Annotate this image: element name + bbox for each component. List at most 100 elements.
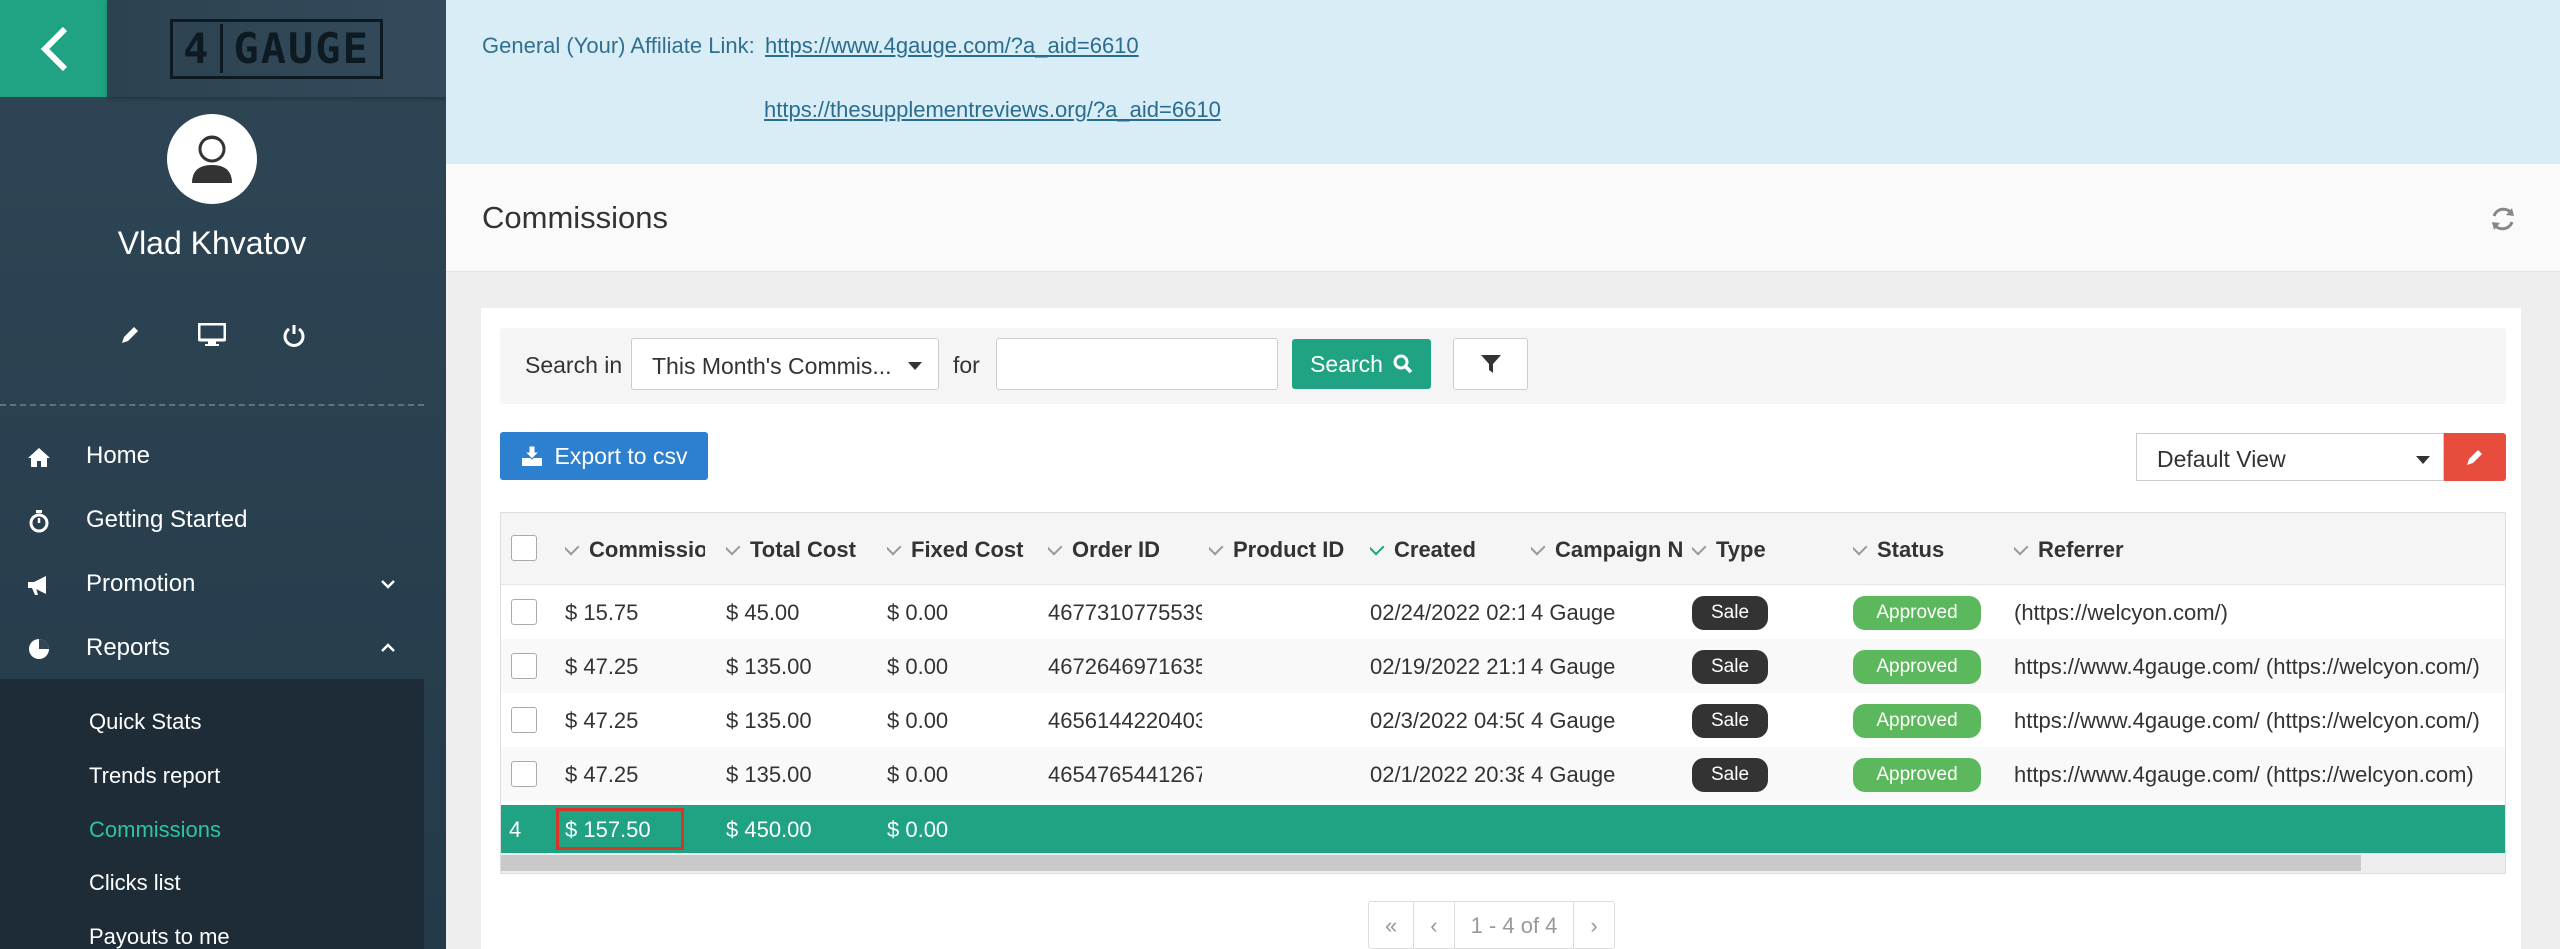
affiliate-label: General (Your) Affiliate Link: bbox=[482, 33, 755, 58]
row-checkbox[interactable] bbox=[511, 653, 537, 679]
status-badge: Approved bbox=[1853, 596, 1981, 630]
horizontal-scrollbar[interactable] bbox=[501, 853, 2505, 873]
totals-row: 4 $ 157.50 $ 450.00 $ 0.00 bbox=[501, 805, 2505, 853]
row-checkbox[interactable] bbox=[511, 707, 537, 733]
sort-chevron-icon bbox=[887, 538, 902, 556]
column-header-label: Fixed Cost bbox=[911, 537, 1024, 562]
pagination: « ‹ 1 - 4 of 4 › bbox=[1368, 901, 1615, 949]
column-header-created[interactable]: Created bbox=[1370, 537, 1520, 563]
filter-button[interactable] bbox=[1453, 338, 1528, 390]
search-in-label: Search in bbox=[525, 352, 623, 378]
cell-order-id: 4656144220403 bbox=[1048, 708, 1202, 733]
column-header-label: Commission bbox=[589, 537, 705, 562]
column-header-fixed-cost[interactable]: Fixed Cost bbox=[887, 537, 1037, 563]
sub-item-trends-report[interactable]: Trends report bbox=[89, 763, 220, 789]
column-header-label: Type bbox=[1716, 537, 1766, 562]
sort-chevron-icon bbox=[1048, 538, 1063, 556]
row-checkbox[interactable] bbox=[511, 599, 537, 625]
grid-header: Commission Total Cost Fixed Cost Order I… bbox=[501, 513, 2505, 585]
cell-total-cost: $ 45.00 bbox=[726, 600, 800, 625]
table-row[interactable]: $ 47.25 $ 135.00 $ 0.00 4656144220403 02… bbox=[501, 693, 2505, 747]
affiliate-link-secondary[interactable]: https://thesupplementreviews.org/?a_aid=… bbox=[764, 97, 1221, 123]
column-header-status[interactable]: Status bbox=[1853, 537, 2003, 563]
search-input[interactable] bbox=[996, 338, 1278, 390]
chevron-left-icon bbox=[40, 26, 67, 71]
user-tools bbox=[0, 320, 424, 350]
sort-chevron-icon bbox=[726, 538, 741, 556]
table-row[interactable]: $ 47.25 $ 135.00 $ 0.00 4672646971635 02… bbox=[501, 639, 2505, 693]
nav-item-label: Promotion bbox=[86, 570, 196, 597]
cell-commission: $ 47.25 bbox=[565, 762, 639, 787]
column-header-total-cost[interactable]: Total Cost bbox=[726, 537, 876, 563]
stopwatch-icon bbox=[26, 508, 52, 534]
column-header-commission[interactable]: Commission bbox=[565, 537, 705, 563]
scrollbar-thumb[interactable] bbox=[501, 855, 2361, 871]
pager-prev[interactable]: ‹ bbox=[1414, 902, 1455, 949]
totals-fixed-cost: $ 0.00 bbox=[887, 817, 949, 842]
select-all-checkbox[interactable] bbox=[511, 535, 537, 561]
column-header-label: Campaign N bbox=[1555, 537, 1684, 562]
sort-chevron-icon bbox=[1370, 538, 1385, 556]
column-header-label: Product ID bbox=[1233, 537, 1345, 562]
user-name: Vlad Khvatov bbox=[117, 225, 307, 261]
column-header-label: Created bbox=[1394, 537, 1476, 562]
cell-commission: $ 47.25 bbox=[565, 654, 639, 679]
cell-order-id: 4677310775539 bbox=[1048, 600, 1202, 625]
nav-item-reports[interactable]: Reports bbox=[0, 622, 424, 674]
back-button[interactable] bbox=[0, 0, 107, 97]
page-header: Commissions bbox=[446, 164, 2560, 272]
nav-item-getting-started[interactable]: Getting Started bbox=[0, 494, 424, 546]
logo[interactable]: 4 GAUGE bbox=[107, 0, 446, 97]
nav-item-label: Reports bbox=[86, 634, 171, 661]
cell-referrer: https://www.4gauge.com/ (https://welcyon… bbox=[2014, 708, 2480, 733]
column-header-label: Status bbox=[1877, 537, 1945, 562]
search-scope-value: This Month's Commis... bbox=[652, 353, 892, 379]
search-icon bbox=[1393, 354, 1413, 374]
affiliate-link-primary[interactable]: https://www.4gauge.com/?a_aid=6610 bbox=[765, 33, 1139, 59]
sub-item-payouts[interactable]: Payouts to me bbox=[89, 924, 230, 949]
column-header-order-id[interactable]: Order ID bbox=[1048, 537, 1198, 563]
nav-item-home[interactable]: Home bbox=[0, 430, 424, 482]
edit-view-button[interactable] bbox=[2444, 433, 2506, 481]
table-row[interactable]: $ 47.25 $ 135.00 $ 0.00 4654765441267 02… bbox=[501, 747, 2505, 801]
power-icon bbox=[283, 325, 305, 347]
column-header-product-id[interactable]: Product ID bbox=[1209, 537, 1359, 563]
sidebar-divider bbox=[0, 404, 424, 406]
pager-first[interactable]: « bbox=[1369, 902, 1415, 949]
export-csv-button[interactable]: Export to csv bbox=[500, 432, 708, 480]
avatar[interactable] bbox=[167, 114, 257, 204]
cell-created: 02/1/2022 20:38 bbox=[1370, 762, 1524, 787]
caret-down-icon bbox=[908, 362, 922, 370]
home-icon bbox=[26, 444, 52, 470]
column-header-campaign[interactable]: Campaign N bbox=[1531, 537, 1686, 563]
edit-profile-button[interactable] bbox=[115, 320, 145, 350]
reports-submenu: Quick Stats Trends report Commissions Cl… bbox=[0, 679, 424, 949]
search-button[interactable]: Search bbox=[1292, 339, 1431, 389]
cell-campaign: 4 Gauge bbox=[1531, 762, 1616, 787]
cell-created: 02/19/2022 21:1 bbox=[1370, 654, 1524, 679]
monitor-icon bbox=[198, 323, 226, 346]
affiliate-link-bar: General (Your) Affiliate Link: https://w… bbox=[446, 0, 2560, 164]
sub-item-quick-stats[interactable]: Quick Stats bbox=[89, 709, 201, 735]
pager-next[interactable]: › bbox=[1574, 902, 1613, 949]
view-select-value: Default View bbox=[2157, 446, 2286, 472]
view-select[interactable]: Default View bbox=[2136, 433, 2444, 481]
chevron-down-icon bbox=[381, 580, 395, 589]
logout-button[interactable] bbox=[279, 320, 309, 350]
sort-chevron-icon bbox=[2014, 538, 2029, 556]
cell-campaign: 4 Gauge bbox=[1531, 600, 1616, 625]
cell-created: 02/24/2022 02:1 bbox=[1370, 600, 1524, 625]
refresh-icon[interactable] bbox=[2488, 204, 2518, 234]
search-scope-select[interactable]: This Month's Commis... bbox=[631, 338, 939, 390]
row-checkbox[interactable] bbox=[511, 761, 537, 787]
table-row[interactable]: $ 15.75 $ 45.00 $ 0.00 4677310775539 02/… bbox=[501, 585, 2505, 639]
totals-count: 4 bbox=[509, 817, 522, 842]
nav-item-label: Home bbox=[86, 442, 151, 469]
sub-item-clicks-list[interactable]: Clicks list bbox=[89, 870, 181, 896]
sub-item-commissions[interactable]: Commissions bbox=[89, 817, 221, 843]
column-header-referrer[interactable]: Referrer bbox=[2014, 537, 2214, 563]
nav-item-promotion[interactable]: Promotion bbox=[0, 558, 424, 610]
column-header-type[interactable]: Type bbox=[1692, 537, 1842, 563]
search-button-label: Search bbox=[1310, 350, 1383, 377]
screen-button[interactable] bbox=[197, 320, 227, 350]
